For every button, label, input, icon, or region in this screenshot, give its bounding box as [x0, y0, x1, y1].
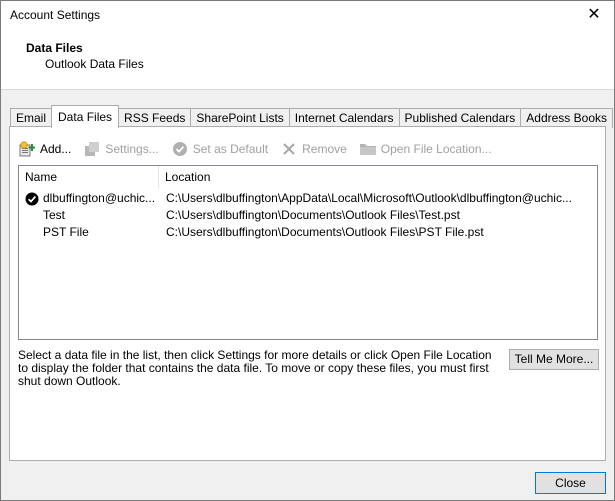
- set-as-default-label: Set as Default: [192, 142, 269, 156]
- x-icon: [280, 141, 298, 157]
- settings-button-label: Settings...: [105, 142, 159, 156]
- row-name: dlbuffington@uchic...: [43, 191, 156, 205]
- table-row[interactable]: dlbuffington@uchic... C:\Users\dlbuffing…: [19, 190, 597, 207]
- row-location: C:\Users\dlbuffington\Documents\Outlook …: [166, 225, 484, 239]
- tab-email[interactable]: Email: [10, 108, 53, 128]
- window-close-icon[interactable]: ✕: [582, 4, 606, 26]
- row-name-cell: dlbuffington@uchic...: [19, 190, 159, 207]
- row-location: C:\Users\dlbuffington\Documents\Outlook …: [166, 208, 460, 222]
- row-location: C:\Users\dlbuffington\AppData\Local\Micr…: [166, 191, 572, 205]
- tell-me-more-button[interactable]: Tell Me More...: [509, 349, 599, 370]
- data-files-panel: Add... Settings... Set as Default Remove…: [9, 126, 606, 461]
- row-name-cell: Test: [19, 207, 159, 224]
- header-subtitle: Outlook Data Files: [45, 57, 144, 71]
- tab-address-books[interactable]: Address Books: [520, 108, 613, 128]
- add-button[interactable]: Add...: [18, 141, 71, 157]
- account-settings-window: Account Settings ✕ Data Files Outlook Da…: [0, 0, 615, 501]
- remove-button-label: Remove: [302, 142, 347, 156]
- row-name: Test: [43, 208, 66, 222]
- open-file-location-button[interactable]: Open File Location...: [359, 141, 492, 157]
- tab-rss-feeds[interactable]: RSS Feeds: [118, 108, 192, 128]
- default-checkmark-icon: [25, 192, 39, 206]
- table-row[interactable]: Test C:\Users\dlbuffington\Documents\Out…: [19, 207, 597, 224]
- help-text: Select a data file in the list, then cli…: [18, 348, 492, 388]
- table-row[interactable]: PST File C:\Users\dlbuffington\Documents…: [19, 224, 597, 241]
- list-rows: dlbuffington@uchic... C:\Users\dlbuffing…: [19, 190, 597, 241]
- open-file-location-label: Open File Location...: [380, 142, 492, 156]
- column-header-location[interactable]: Location: [159, 166, 597, 188]
- settings-button[interactable]: Settings...: [83, 141, 159, 157]
- checkmark-circle-icon: [171, 141, 189, 157]
- row-spacer: [25, 209, 39, 223]
- add-button-label: Add...: [40, 142, 72, 156]
- window-title: Account Settings: [10, 8, 101, 22]
- toolbar: Add... Settings... Set as Default Remove…: [18, 139, 504, 159]
- folder-icon: [359, 141, 377, 157]
- remove-button[interactable]: Remove: [280, 141, 347, 157]
- header-title: Data Files: [26, 41, 83, 55]
- add-data-file-icon: [18, 141, 36, 157]
- row-name-cell: PST File: [19, 224, 159, 241]
- tab-sharepoint-lists[interactable]: SharePoint Lists: [190, 108, 290, 128]
- tab-internet-calendars[interactable]: Internet Calendars: [288, 108, 400, 128]
- close-button[interactable]: Close: [535, 472, 606, 494]
- tab-strip: Email Data Files RSS Feeds SharePoint Li…: [10, 105, 613, 128]
- tab-published-calendars[interactable]: Published Calendars: [398, 108, 522, 128]
- row-name: PST File: [43, 225, 89, 239]
- row-spacer: [25, 226, 39, 240]
- settings-icon: [83, 141, 101, 157]
- list-header: Name Location: [19, 166, 597, 188]
- title-bar: Account Settings ✕: [1, 1, 614, 31]
- tab-data-files[interactable]: Data Files: [51, 105, 120, 128]
- set-as-default-button[interactable]: Set as Default: [171, 141, 268, 157]
- data-files-list[interactable]: Name Location dlbuffington@uchic... C:\U…: [18, 165, 598, 340]
- column-header-name[interactable]: Name: [19, 166, 159, 188]
- dialog-header: Data Files Outlook Data Files: [1, 31, 614, 90]
